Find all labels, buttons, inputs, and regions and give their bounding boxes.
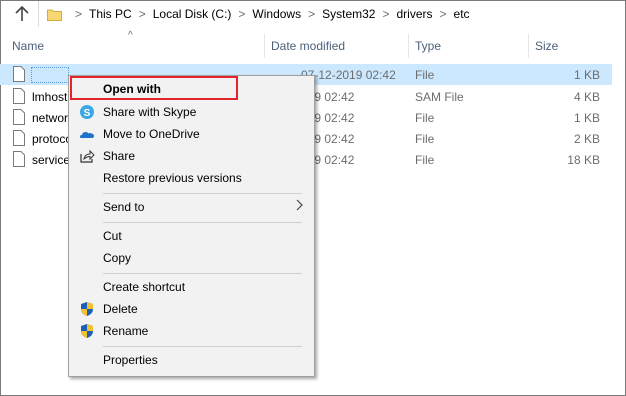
- file-icon: [13, 151, 25, 167]
- skype-icon: S: [80, 105, 94, 119]
- chevron-right-icon: [296, 199, 303, 211]
- menu-item-properties[interactable]: Properties: [69, 349, 314, 371]
- uac-shield-icon: [81, 324, 93, 338]
- menu-item-label: Move to OneDrive: [103, 127, 200, 141]
- menu-item-label: Create shortcut: [103, 280, 186, 294]
- menu-item-label: Copy: [103, 251, 132, 265]
- name-cell: protoco: [32, 132, 73, 146]
- file-icon: [13, 109, 25, 125]
- onedrive-icon: [80, 132, 94, 138]
- type-cell: File: [415, 68, 435, 82]
- menu-item-delete[interactable]: Delete: [69, 298, 314, 320]
- size-cell: 1 KB: [573, 111, 600, 125]
- menu-separator: [103, 273, 302, 274]
- name-cell: lmhost: [32, 90, 68, 104]
- breadcrumb: > This PC > Local Disk (C:) > Windows > …: [47, 6, 470, 22]
- size-cell: 1 KB: [573, 68, 600, 82]
- chevron-right-icon[interactable]: >: [308, 7, 315, 21]
- menu-separator: [103, 222, 302, 223]
- column-divider[interactable]: [264, 34, 265, 58]
- menu-item-restore-previous[interactable]: Restore previous versions: [69, 167, 314, 189]
- chevron-right-icon[interactable]: >: [75, 7, 82, 21]
- menu-item-copy[interactable]: Copy: [69, 247, 314, 269]
- share-icon: [80, 149, 95, 163]
- folder-icon: [47, 8, 62, 21]
- breadcrumb-drivers[interactable]: drivers: [397, 7, 433, 21]
- size-cell: 18 KB: [567, 153, 600, 167]
- menu-item-rename[interactable]: Rename: [69, 320, 314, 342]
- menu-item-label: Properties: [103, 353, 158, 367]
- menu-item-share-skype[interactable]: S Share with Skype: [69, 101, 314, 123]
- type-cell: File: [415, 132, 435, 146]
- breadcrumb-windows[interactable]: Windows: [252, 7, 301, 21]
- address-box[interactable]: > This PC > Local Disk (C:) > Windows > …: [38, 1, 625, 26]
- menu-item-send-to[interactable]: Send to: [69, 196, 314, 218]
- address-bar: > This PC > Local Disk (C:) > Windows > …: [0, 0, 624, 27]
- sort-ascending-icon: ^: [128, 30, 133, 41]
- breadcrumb-system32[interactable]: System32: [322, 7, 375, 21]
- file-icon: [13, 88, 25, 104]
- size-cell: 2 KB: [573, 132, 600, 146]
- name-cell: networ: [32, 111, 69, 125]
- breadcrumb-local-disk[interactable]: Local Disk (C:): [153, 7, 232, 21]
- menu-item-create-shortcut[interactable]: Create shortcut: [69, 276, 314, 298]
- column-header: ^ Name Date modified Type Size: [0, 30, 624, 58]
- date-cell: 07-12-2019 02:42: [301, 68, 396, 82]
- column-date[interactable]: Date modified: [271, 39, 345, 53]
- type-cell: File: [415, 111, 435, 125]
- chevron-right-icon[interactable]: >: [440, 7, 447, 21]
- menu-item-label: Share: [103, 149, 136, 163]
- menu-item-label: Restore previous versions: [103, 171, 242, 185]
- column-name[interactable]: Name: [12, 39, 44, 53]
- file-icon: [13, 130, 25, 146]
- up-arrow-icon[interactable]: [12, 4, 32, 24]
- chevron-right-icon[interactable]: >: [139, 7, 146, 21]
- menu-item-label: Rename: [103, 324, 149, 338]
- menu-item-cut[interactable]: Cut: [69, 225, 314, 247]
- breadcrumb-etc[interactable]: etc: [454, 7, 470, 21]
- type-cell: File: [415, 153, 435, 167]
- menu-item-label: Share with Skype: [103, 105, 197, 119]
- svg-text:S: S: [84, 108, 91, 119]
- column-size[interactable]: Size: [535, 39, 558, 53]
- size-cell: 4 KB: [573, 90, 600, 104]
- file-icon: [13, 66, 25, 82]
- file-name-edit-focus[interactable]: [31, 67, 69, 83]
- column-type[interactable]: Type: [415, 39, 441, 53]
- type-cell: SAM File: [415, 90, 464, 104]
- highlight-box: [70, 76, 238, 100]
- name-cell: service: [32, 153, 71, 167]
- menu-item-label: Cut: [103, 229, 122, 243]
- menu-item-onedrive[interactable]: Move to OneDrive: [69, 123, 314, 145]
- menu-separator: [103, 193, 302, 194]
- menu-item-share[interactable]: Share: [69, 145, 314, 167]
- context-menu: Open with S Share with Skype Move to One…: [68, 75, 315, 377]
- menu-separator: [103, 346, 302, 347]
- column-divider[interactable]: [408, 34, 409, 58]
- uac-shield-icon: [81, 302, 93, 316]
- menu-item-label: Delete: [103, 302, 138, 316]
- column-divider[interactable]: [528, 34, 529, 58]
- menu-item-label: Send to: [103, 200, 145, 214]
- chevron-right-icon[interactable]: >: [238, 7, 245, 21]
- chevron-right-icon[interactable]: >: [382, 7, 389, 21]
- breadcrumb-this-pc[interactable]: This PC: [89, 7, 132, 21]
